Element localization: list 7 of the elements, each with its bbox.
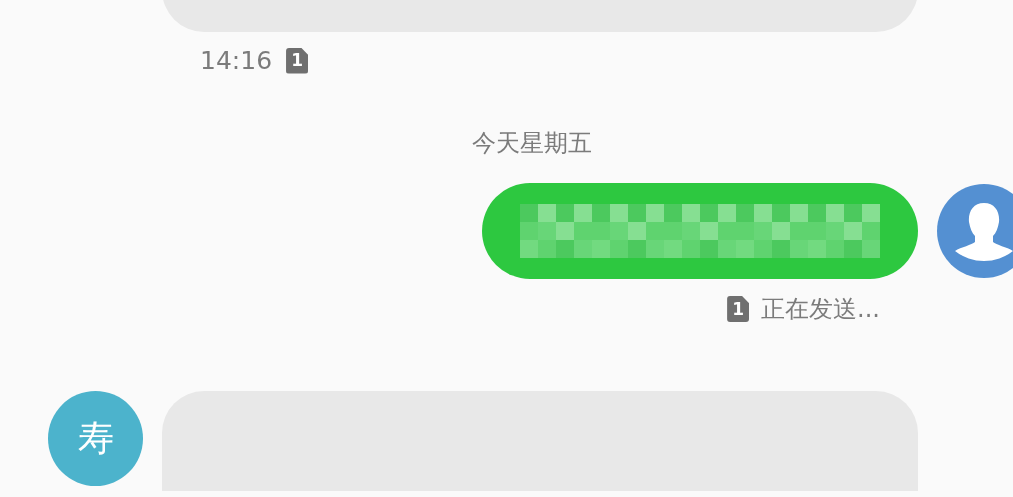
sending-status: 正在发送... [761,294,880,325]
contact-avatar[interactable]: 寿 [48,391,143,486]
sim-card-icon: 1 [727,296,750,322]
sim-card-icon: 1 [286,47,309,74]
person-avatar-icon[interactable] [936,183,1013,279]
date-separator: 今天星期五 [471,128,592,159]
message-time: 14:16 [200,46,273,75]
